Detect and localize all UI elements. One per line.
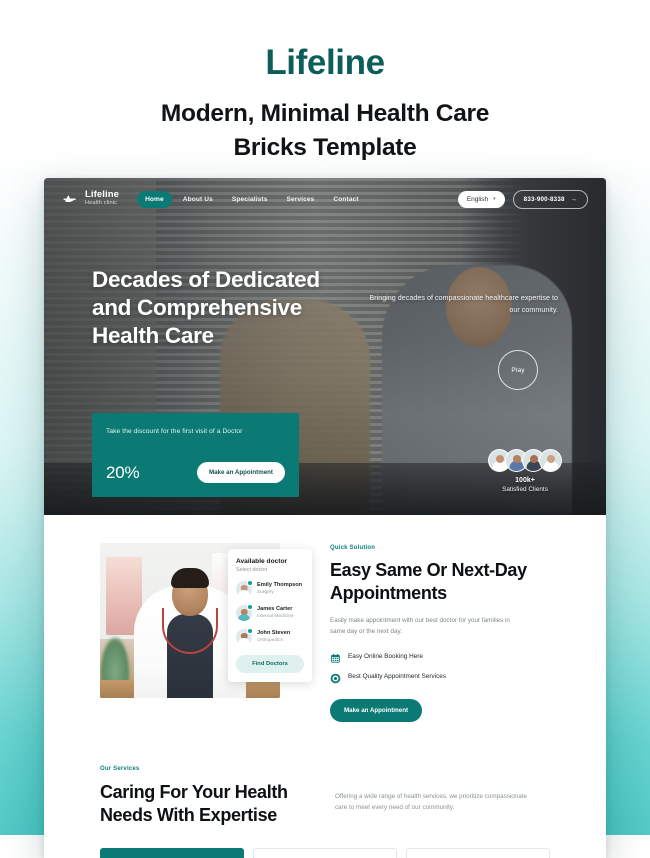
hero-headline: Decades of Dedicated and Comprehensive H… (92, 267, 320, 348)
appointments-copy: Quick Solution Easy Same Or Next-Day App… (330, 543, 550, 723)
service-card-heart-care[interactable]: Heart Care (253, 847, 397, 858)
services-eyebrow: Our Services (100, 766, 140, 773)
service-card-dermatology[interactable]: Dermatology (406, 847, 550, 858)
client-avatar-row (488, 449, 562, 472)
calendar-icon (330, 651, 341, 663)
nav-link-about-us[interactable]: About Us (175, 191, 221, 208)
page-title: Lifeline (265, 43, 385, 82)
page-subtitle-line2: Bricks Template (233, 134, 417, 162)
online-status-dot (247, 604, 253, 610)
doctor-avatar (236, 580, 253, 597)
nav-link-specialists[interactable]: Specialists (224, 191, 276, 208)
page-subtitle: Modern, Minimal Health Care Bricks Templ… (0, 97, 650, 167)
doctor-list-item[interactable]: John Steven Orthopedics (236, 628, 304, 645)
nav-link-services[interactable]: Services (278, 191, 322, 208)
doctor-avatar (236, 604, 253, 621)
site-navbar: Lifeline Health clinic Home About Us Spe… (44, 178, 606, 220)
appointments-visual: Available doctor Select doctor Emily Tho… (100, 543, 312, 722)
feature-item: Easy Online Booking Here (330, 651, 550, 663)
pulse-leaf-icon (62, 190, 79, 207)
site-logo[interactable]: Lifeline Health clinic (62, 190, 119, 207)
discount-value: 20% (106, 462, 140, 482)
available-doctor-card: Available doctor Select doctor Emily Tho… (228, 549, 312, 682)
nav-link-contact[interactable]: Contact (325, 191, 366, 208)
doctor-list-item[interactable]: James Carter Internal Medicine (236, 604, 304, 621)
clients-count: 100k+ (515, 477, 535, 484)
select-doctor-label: Select doctor (236, 567, 268, 573)
services-section: Our Services Caring For Your Health Need… (44, 722, 606, 858)
logo-name: Lifeline (85, 189, 120, 201)
language-value: English (466, 195, 489, 203)
phone-button[interactable]: 833-900-8338 → (512, 189, 588, 209)
make-appointment-button[interactable]: Make an Appointment (196, 462, 285, 483)
available-doctor-title: Available doctor (236, 558, 288, 565)
services-card-list: Primary Care Heart Care (100, 847, 550, 858)
satisfied-clients-badge: 100k+ Satisfied Clients (488, 449, 562, 493)
doctor-name: Emily Thompson (257, 581, 303, 588)
doctor-list-item[interactable]: Emily Thompson Surgery (236, 580, 304, 597)
doctor-specialty: Internal Medicine (257, 613, 294, 619)
clients-caption: Satisfied Clients (502, 486, 548, 493)
appointments-feature-list: Easy Online Booking Here Best Quality Ap… (330, 651, 550, 684)
hero-section: Lifeline Health clinic Home About Us Spe… (44, 178, 606, 515)
appointments-section: Available doctor Select doctor Emily Tho… (44, 515, 606, 723)
logo-tagline: Health clinic (85, 200, 118, 207)
language-selector[interactable]: English ▾ (457, 190, 505, 208)
feature-label: Easy Online Booking Here (348, 653, 423, 661)
doctor-specialty: Orthopedics (257, 637, 283, 643)
doctor-specialty: Surgery (257, 589, 274, 595)
settings-gear-icon (330, 671, 341, 684)
play-circle-icon[interactable]: Play (498, 350, 538, 390)
services-title: Caring For Your Health Needs With Expert… (100, 782, 288, 826)
services-description: Offering a wide range of health services… (335, 793, 528, 812)
make-appointment-button[interactable]: Make an Appointment (330, 699, 423, 723)
feature-label: Best Quality Appointment Services (348, 673, 447, 681)
page-subtitle-line1: Modern, Minimal Health Care (160, 99, 490, 127)
appointments-eyebrow: Quick Solution (330, 545, 376, 551)
navbar-actions: English ▾ 833-900-8338 → (457, 189, 588, 209)
appointments-description: Easily make appointment with our best do… (330, 617, 510, 636)
website-preview-mockup: Lifeline Health clinic Home About Us Spe… (44, 178, 606, 858)
play-label: Play (511, 366, 525, 374)
nav-link-home[interactable]: Home (137, 190, 172, 208)
nav-links: Home About Us Specialists Services Conta… (137, 190, 367, 208)
appointments-title: Easy Same Or Next-Day Appointments (330, 560, 527, 604)
doctor-avatar (236, 628, 253, 645)
hero-tagline: Bringing decades of compassionate health… (369, 293, 558, 314)
online-status-dot (247, 628, 253, 634)
online-status-dot (247, 580, 253, 586)
avatar (539, 449, 562, 472)
doctor-name: James Carter (257, 605, 293, 612)
discount-label: Take the discount for the first visit of… (106, 427, 243, 435)
find-doctors-button[interactable]: Find Doctors (236, 655, 304, 673)
page-header: Lifeline Modern, Minimal Health Care Bri… (0, 0, 650, 166)
service-card-primary-care[interactable]: Primary Care (100, 847, 244, 858)
feature-item: Best Quality Appointment Services (330, 671, 550, 684)
discount-card: Take the discount for the first visit of… (92, 412, 299, 497)
phone-number: 833-900-8338 (523, 195, 565, 203)
doctor-name: John Steven (257, 629, 291, 636)
chevron-down-icon: ▾ (493, 196, 496, 202)
arrow-right-icon: → (570, 195, 577, 203)
